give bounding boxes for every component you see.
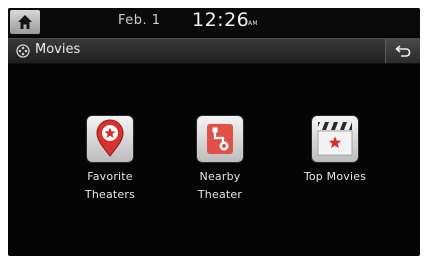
home-icon <box>18 15 32 29</box>
movie-reel-icon <box>16 44 30 58</box>
favorite-pin-icon <box>96 119 124 157</box>
favorite-theaters-label: Favorite Theaters <box>65 168 155 204</box>
favorite-theaters-label-line2: Theaters <box>84 188 136 201</box>
screen: Feb. 1 12:26 AM Movies Favorite Theaters… <box>8 8 420 256</box>
top-movies-label: Top Movies <box>290 168 380 186</box>
nearby-theater-label: Nearby Theater <box>175 168 265 204</box>
back-arrow-icon <box>395 45 411 57</box>
page-title: Movies <box>35 42 81 57</box>
favorite-theaters-tile <box>87 116 133 162</box>
clapperboard-star-icon <box>317 122 353 156</box>
top-movies-tile <box>312 116 358 162</box>
top-movies-label-line1: Top Movies <box>303 170 367 183</box>
home-button[interactable] <box>10 10 40 34</box>
title-bar: Movies <box>8 38 420 64</box>
clock-time: 12:26 <box>192 9 250 31</box>
favorite-theaters-label-line1: Favorite <box>87 170 133 183</box>
nearby-route-icon <box>207 124 233 154</box>
status-bar: Feb. 1 12:26 AM <box>8 8 420 36</box>
menu-item-favorite-theaters[interactable]: Favorite Theaters <box>65 116 155 204</box>
back-button[interactable] <box>385 39 420 63</box>
menu-item-nearby-theater[interactable]: Nearby Theater <box>175 116 265 204</box>
date-display: Feb. 1 <box>118 13 161 28</box>
menu-item-top-movies[interactable]: Top Movies <box>290 116 380 186</box>
clock-ampm: AM <box>248 20 258 27</box>
nearby-theater-tile <box>197 116 243 162</box>
nearby-theater-label-line1: Nearby <box>199 170 241 183</box>
nearby-theater-label-line2: Theater <box>197 188 243 201</box>
